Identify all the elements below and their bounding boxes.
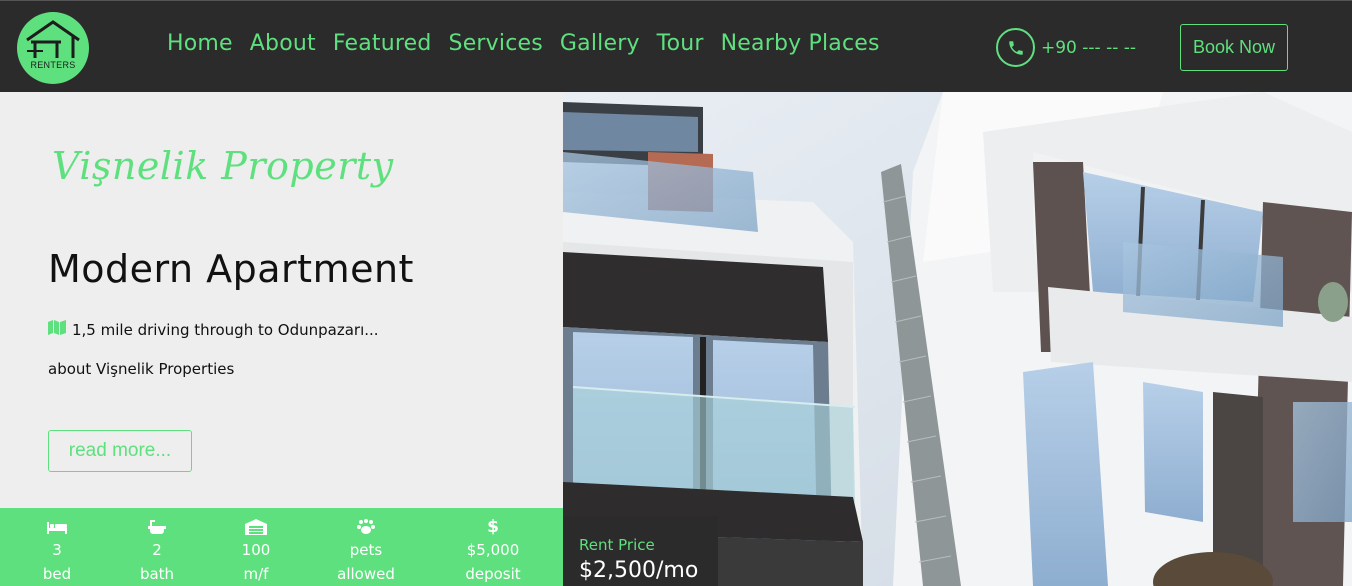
logo-text: RENTERS: [30, 60, 76, 70]
page-title: Modern Apartment: [48, 247, 414, 291]
feature-area: 100 m/f: [206, 516, 306, 586]
phone-icon: [996, 28, 1035, 67]
feature-label: m/f: [243, 565, 269, 583]
building-image: [563, 92, 1352, 586]
feature-value: $5,000: [466, 541, 520, 559]
main-nav: Home About Featured Services Gallery Tou…: [167, 31, 897, 56]
rent-price-label: Rent Price: [579, 536, 655, 554]
nav-home[interactable]: Home: [167, 31, 233, 56]
site-header: RENTERS Home About Featured Services Gal…: [0, 0, 1352, 92]
paw-icon: [316, 516, 416, 538]
hero-photo: [563, 92, 1352, 586]
book-now-button[interactable]: Book Now: [1180, 24, 1288, 71]
phone-number[interactable]: +90 --- -- --: [1041, 38, 1136, 58]
feature-label: bed: [42, 565, 72, 583]
feature-bed: 3 bed: [7, 516, 107, 586]
map-icon: [48, 320, 66, 339]
property-name: Vişnelik Property: [52, 144, 394, 188]
feature-pets: pets allowed: [316, 516, 416, 586]
feature-label: allowed: [337, 565, 395, 583]
distance-text: 1,5 mile driving through to Odunpazarı..…: [72, 320, 379, 339]
feature-value: 3: [52, 541, 62, 559]
house-icon: [26, 20, 80, 58]
features-bar: 3 bed 2 bath 100 m/f pets allowed $ $5,0…: [0, 508, 563, 586]
dollar-icon: $: [487, 517, 499, 537]
nav-nearby-places[interactable]: Nearby Places: [721, 31, 880, 56]
hero-info-panel: Vişnelik Property Modern Apartment 1,5 m…: [0, 92, 563, 508]
rent-price-value: $2,500/mo: [579, 558, 699, 583]
feature-label: deposit: [465, 565, 521, 583]
distance-info: 1,5 mile driving through to Odunpazarı..…: [48, 320, 379, 339]
nav-featured[interactable]: Featured: [333, 31, 432, 56]
feature-value: 100: [241, 541, 271, 559]
feature-value: 2: [152, 541, 162, 559]
nav-services[interactable]: Services: [449, 31, 543, 56]
read-more-button[interactable]: read more...: [48, 430, 192, 472]
feature-deposit: $ $5,000 deposit: [443, 516, 543, 586]
bed-icon: [7, 516, 107, 538]
about-text: about Vişnelik Properties: [48, 360, 235, 378]
feature-bath: 2 bath: [107, 516, 207, 586]
feature-label: bath: [139, 565, 175, 583]
phone-contact[interactable]: +90 --- -- --: [996, 28, 1136, 67]
nav-tour[interactable]: Tour: [657, 31, 704, 56]
nav-gallery[interactable]: Gallery: [560, 31, 640, 56]
garage-icon: [206, 516, 306, 538]
bath-icon: [107, 516, 207, 538]
rent-price-box: Rent Price $2,500/mo: [563, 516, 718, 586]
renters-logo[interactable]: RENTERS: [17, 12, 89, 84]
feature-value: pets: [349, 541, 383, 559]
nav-about[interactable]: About: [250, 31, 316, 56]
